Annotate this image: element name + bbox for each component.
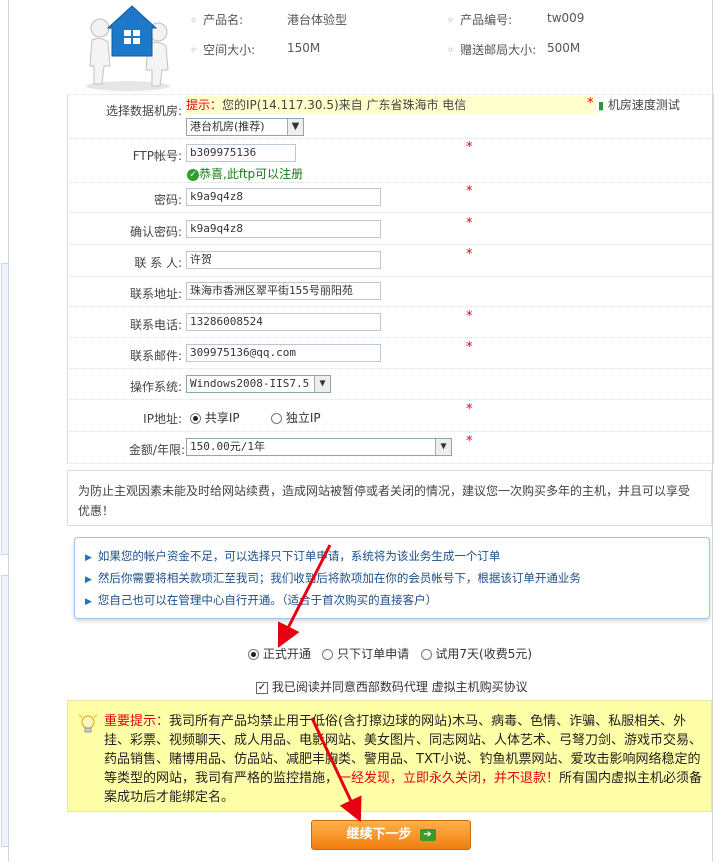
annotation-arrow-icon xyxy=(310,717,362,823)
annotation-arrow-icon xyxy=(277,544,332,649)
annotation-arrows xyxy=(277,544,362,823)
